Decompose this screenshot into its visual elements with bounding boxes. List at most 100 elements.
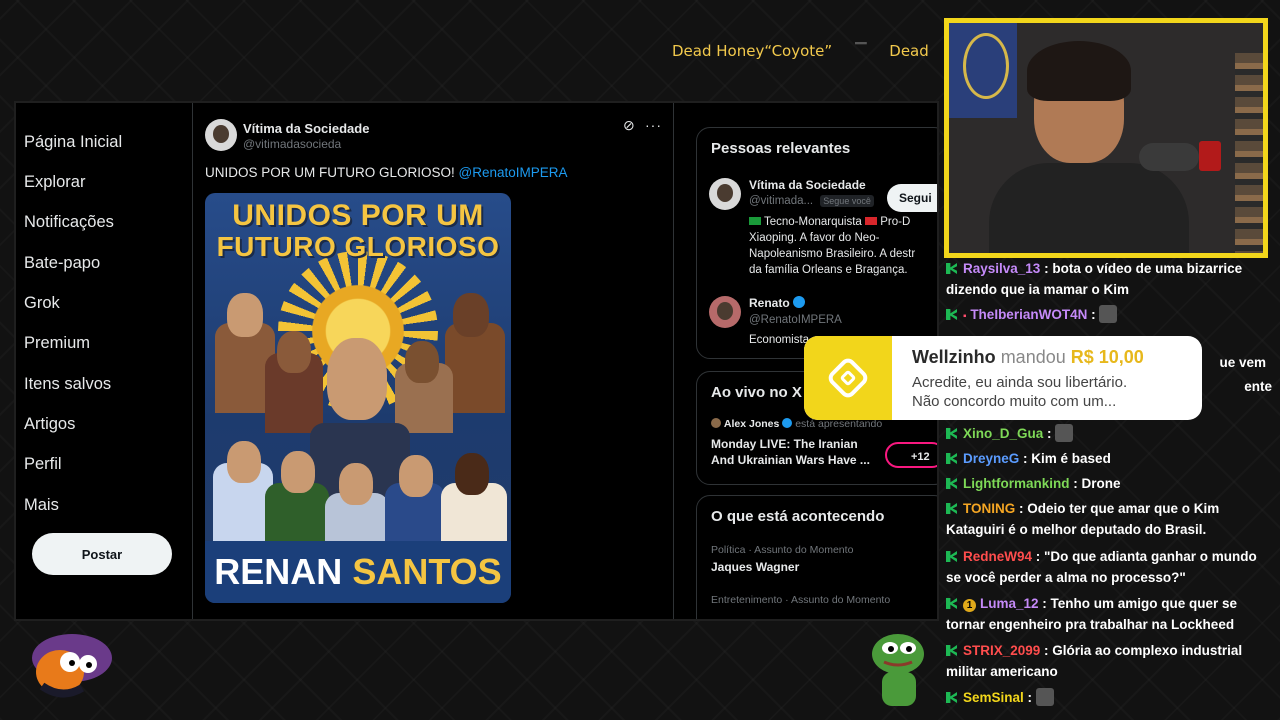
card-title: Ao vivo no X: [711, 384, 802, 401]
chat-username[interactable]: SemSinal: [963, 690, 1024, 705]
streamer-body: [989, 163, 1189, 253]
sub-badge-icon: ▪: [963, 311, 967, 322]
trend-meta: Política · Assunto do Momento: [711, 544, 854, 556]
chat-text: Kim é based: [1031, 451, 1111, 466]
person-avatar[interactable]: [709, 296, 741, 328]
sidebar-item-premium[interactable]: Premium: [24, 334, 90, 353]
red-mug: [1199, 141, 1221, 171]
chat-username[interactable]: TONING: [963, 501, 1015, 516]
donation-amount: R$ 10,00: [1070, 347, 1144, 367]
emote-icon: [1099, 305, 1118, 323]
chat-username[interactable]: Raysilva_13: [963, 261, 1040, 276]
live-title[interactable]: Monday LIVE: The Iranian And Ukrainian W…: [711, 436, 870, 468]
kick-badge-icon: [946, 309, 957, 320]
ticker-text: “Coyote”: [764, 42, 833, 60]
donation-alert: Wellzinho mandou R$ 10,00 Acredite, eu a…: [804, 336, 1202, 420]
chat-username[interactable]: DreyneG: [963, 451, 1019, 466]
ticker-text: Dead Honey: [672, 42, 765, 60]
live-title-line: Monday LIVE: The Iranian: [711, 437, 858, 451]
livepix-logo-icon: [804, 336, 892, 420]
host-avatar: [711, 418, 721, 428]
bio-line: Tecno-Monarquista: [764, 216, 862, 228]
author-handle[interactable]: @vitimadasocieda: [243, 137, 341, 151]
chat-message: DreyneG : Kim é based: [946, 448, 1268, 469]
host-name[interactable]: Alex Jones: [724, 418, 779, 430]
chat-text: bota o vídeo de uma bizarrice: [1052, 261, 1243, 276]
wall-flag: [949, 23, 1017, 118]
sidebar-item-bookmarks[interactable]: Itens salvos: [24, 375, 111, 394]
emote-icon: [1055, 424, 1074, 442]
emote-icon: [1035, 688, 1054, 706]
sidebar-item-home[interactable]: Página Inicial: [24, 133, 122, 152]
tweet-image[interactable]: UNIDOS POR UM FUTURO GLORIOSO RENAN SANT…: [205, 193, 511, 603]
listener-count: +12: [911, 451, 930, 463]
person-handle: @vitimada... Segue você: [749, 195, 874, 207]
sidebar-item-explore[interactable]: Explorar: [24, 173, 85, 192]
brazil-flag-icon: [749, 217, 761, 225]
streamer-hair: [1027, 41, 1131, 101]
alert-title: Wellzinho mandou R$ 10,00: [912, 347, 1144, 368]
sidebar-item-more[interactable]: Mais: [24, 496, 59, 515]
person-handle: @RenatoIMPERA: [749, 314, 842, 326]
kick-badge-icon: [946, 551, 957, 562]
more-options-icon[interactable]: ···: [645, 117, 662, 133]
live-listeners-pill[interactable]: +12: [885, 442, 937, 468]
ticker-separator: ▔: [854, 42, 867, 60]
chat-username[interactable]: STRIX_2099: [963, 643, 1040, 658]
chat-username[interactable]: TheIberianWOT4N: [970, 307, 1087, 322]
sidebar-item-chat[interactable]: Bate-papo: [24, 254, 100, 273]
chat-text: Odeio ter que amar que o Kim: [1027, 501, 1220, 516]
figure: [453, 293, 489, 337]
chat-username[interactable]: Lightformankind: [963, 476, 1070, 491]
card-title: Pessoas relevantes: [711, 140, 851, 157]
kick-badge-icon: [946, 503, 957, 514]
kick-badge-icon: [946, 263, 957, 274]
sidebar-item-profile[interactable]: Perfil: [24, 455, 62, 474]
grok-icon[interactable]: ⊘: [623, 117, 635, 134]
post-button[interactable]: Postar: [32, 533, 172, 575]
author-name[interactable]: Vítima da Sociedade: [243, 121, 369, 136]
chat-text: tornar engenheiro pra trabalhar na Lockh…: [946, 617, 1235, 632]
mascot-character-left: [32, 634, 112, 698]
chat-text: ue vem: [1219, 355, 1266, 370]
poster-title-line2: FUTURO GLORIOSO: [216, 231, 500, 262]
chat-username[interactable]: Xino_D_Gua: [963, 426, 1043, 441]
follows-you-badge: Segue você: [820, 195, 874, 207]
person-name[interactable]: Vítima da Sociedade: [749, 178, 866, 192]
chat-message: ▪ TheIberianWOT4N :: [946, 304, 1268, 327]
figure: [227, 441, 261, 483]
mention-link[interactable]: @RenatoIMPERA: [459, 165, 568, 180]
person-avatar[interactable]: [709, 178, 741, 210]
donor-name: Wellzinho: [912, 347, 996, 367]
kick-badge-icon: [946, 428, 957, 439]
trend-topic[interactable]: Jaques Wagner: [711, 560, 799, 574]
chat-text: Tenho um amigo que quer se: [1050, 596, 1238, 611]
sidebar-item-articles[interactable]: Artigos: [24, 415, 75, 434]
poster-name-last: SANTOS: [352, 551, 502, 592]
bio-line: Xiaoping. A favor do Neo-: [749, 232, 880, 244]
figure: [281, 451, 315, 493]
chat-text: dizendo que ia mamar o Kim: [946, 282, 1130, 297]
chat-message: Xino_D_Gua :: [946, 423, 1268, 444]
person-bio: Tecno-Monarquista Pro-D Xiaoping. A favo…: [749, 214, 915, 278]
sidebar-item-grok[interactable]: Grok: [24, 294, 60, 313]
person-handle-text: @vitimada...: [749, 195, 814, 207]
figure: [455, 453, 489, 495]
live-title-line: And Ukrainian Wars Have ...: [711, 453, 870, 467]
person-name[interactable]: Renato: [749, 296, 806, 310]
chat-text: Glória ao complexo industrial: [1052, 643, 1243, 658]
sidebar-nav: Página Inicial Explorar Notificações Bat…: [24, 103, 194, 619]
poster-footer: RENAN SANTOS: [205, 541, 511, 603]
tweet-detail: Vítima da Sociedade @vitimadasocieda ⊘ ·…: [192, 103, 674, 619]
bookshelf: [1235, 53, 1263, 253]
bio-line: Napoleanismo Brasileiro. A destr: [749, 248, 916, 260]
sidebar-item-notifications[interactable]: Notificações: [24, 213, 114, 232]
chat-username[interactable]: RedneW94: [963, 549, 1032, 564]
author-avatar[interactable]: [205, 119, 237, 151]
person-name-text: Renato: [749, 296, 790, 310]
kick-badge-icon: [946, 598, 957, 609]
follow-button[interactable]: Segui: [887, 184, 937, 212]
figure: [339, 463, 373, 505]
alert-message: Acredite, eu ainda sou libertário. Não c…: [912, 373, 1127, 411]
chat-username[interactable]: Luma_12: [980, 596, 1039, 611]
